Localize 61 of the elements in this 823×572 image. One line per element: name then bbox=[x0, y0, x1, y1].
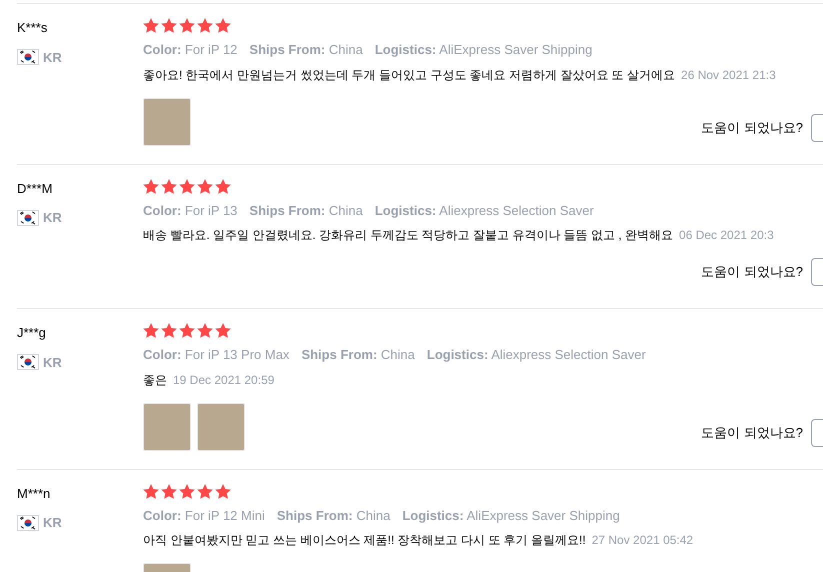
ships-from-info: Ships From: China bbox=[249, 202, 363, 220]
flag-icon bbox=[17, 354, 39, 370]
star-icon bbox=[215, 484, 231, 498]
country-code: KR bbox=[43, 514, 62, 532]
helpful-question: 도움이 되었나요? bbox=[701, 424, 803, 442]
logistics-info: Logistics: Aliexpress Selection Saver bbox=[426, 346, 646, 364]
logistics-info: Logistics: Aliexpress Selection Saver bbox=[374, 202, 594, 220]
photo-placeholder[interactable] bbox=[143, 98, 191, 146]
star-icon bbox=[161, 484, 177, 498]
helpful-button[interactable] bbox=[811, 258, 823, 286]
star-icon bbox=[161, 178, 177, 194]
color-info: Color: For iP 13 Pro Max bbox=[143, 346, 290, 364]
review-text: 좋아요! 한국에서 만원넘는거 썼었는데 두개 들어있고 구성도 좋네요 저렴하게 잘샀어요 또 살거에요 bbox=[143, 66, 676, 84]
reviewer-name: M***n bbox=[17, 484, 52, 502]
logistics-info: Logistics: AliExpress Saver Shipping bbox=[402, 506, 620, 525]
star-icon bbox=[143, 18, 159, 33]
star-icon bbox=[197, 484, 213, 498]
review-text: 배송 빨라요. 일주일 안걸렸네요. 강화유리 두께감도 적당하고 잘붙고 유격이나 들뜸 없고 , 완벽해요 bbox=[143, 227, 674, 244]
review-date: 26 Nov 2021 21:3 bbox=[681, 66, 776, 84]
review-date: 27 Nov 2021 05:42 bbox=[592, 532, 694, 549]
star-icon bbox=[215, 18, 231, 33]
star-icon bbox=[197, 18, 213, 33]
review-date: 06 Dec 2021 20:3 bbox=[679, 227, 774, 244]
country-code: KR bbox=[43, 354, 62, 372]
star-icon bbox=[143, 178, 159, 194]
reviewer-name: J***g bbox=[17, 324, 47, 342]
star-icon bbox=[215, 178, 231, 194]
reviewer-name: D***M bbox=[17, 180, 54, 198]
color-info: Color: For iP 12 bbox=[143, 41, 238, 59]
star-icon bbox=[143, 484, 159, 498]
ships-from-info: Ships From: China bbox=[276, 506, 390, 525]
star-icon bbox=[143, 323, 159, 338]
flag-icon bbox=[17, 514, 39, 531]
star-icon bbox=[215, 323, 231, 338]
review-text: 아직 안붙여봤지만 믿고 쓰는 베이스어스 제품!! 장착해보고 다시 또 후기 올릴께요!! bbox=[143, 532, 586, 549]
star-icon bbox=[161, 18, 177, 33]
star-icon bbox=[197, 178, 213, 194]
flag-icon bbox=[17, 49, 39, 66]
color-info: Color: For iP 12 Mini bbox=[143, 506, 265, 524]
country-code: KR bbox=[43, 48, 62, 66]
ships-from-info: Ships From: China bbox=[249, 41, 363, 59]
logistics-info: Logistics: AliExpress Saver Shipping bbox=[374, 41, 592, 59]
reviewer-name: K***s bbox=[17, 19, 48, 37]
helpful-button[interactable] bbox=[811, 418, 823, 446]
flag-icon bbox=[17, 210, 39, 226]
star-icon bbox=[179, 18, 195, 33]
star-icon bbox=[161, 323, 177, 338]
helpful-button[interactable] bbox=[811, 114, 823, 142]
star-icon bbox=[197, 323, 213, 338]
helpful-question: 도움이 되었나요? bbox=[701, 118, 803, 137]
star-icon bbox=[179, 484, 195, 498]
photo-placeholder[interactable] bbox=[197, 402, 245, 450]
color-info: Color: For iP 13 bbox=[143, 202, 238, 220]
review-text: 좋은 bbox=[143, 372, 167, 388]
helpful-question: 도움이 되었나요? bbox=[701, 263, 803, 282]
review-date: 19 Dec 2021 20:59 bbox=[173, 372, 274, 388]
photo-placeholder[interactable] bbox=[143, 402, 191, 450]
star-icon bbox=[179, 178, 195, 194]
star-icon bbox=[179, 323, 195, 338]
ships-from-info: Ships From: China bbox=[301, 346, 415, 364]
country-code: KR bbox=[43, 209, 62, 227]
